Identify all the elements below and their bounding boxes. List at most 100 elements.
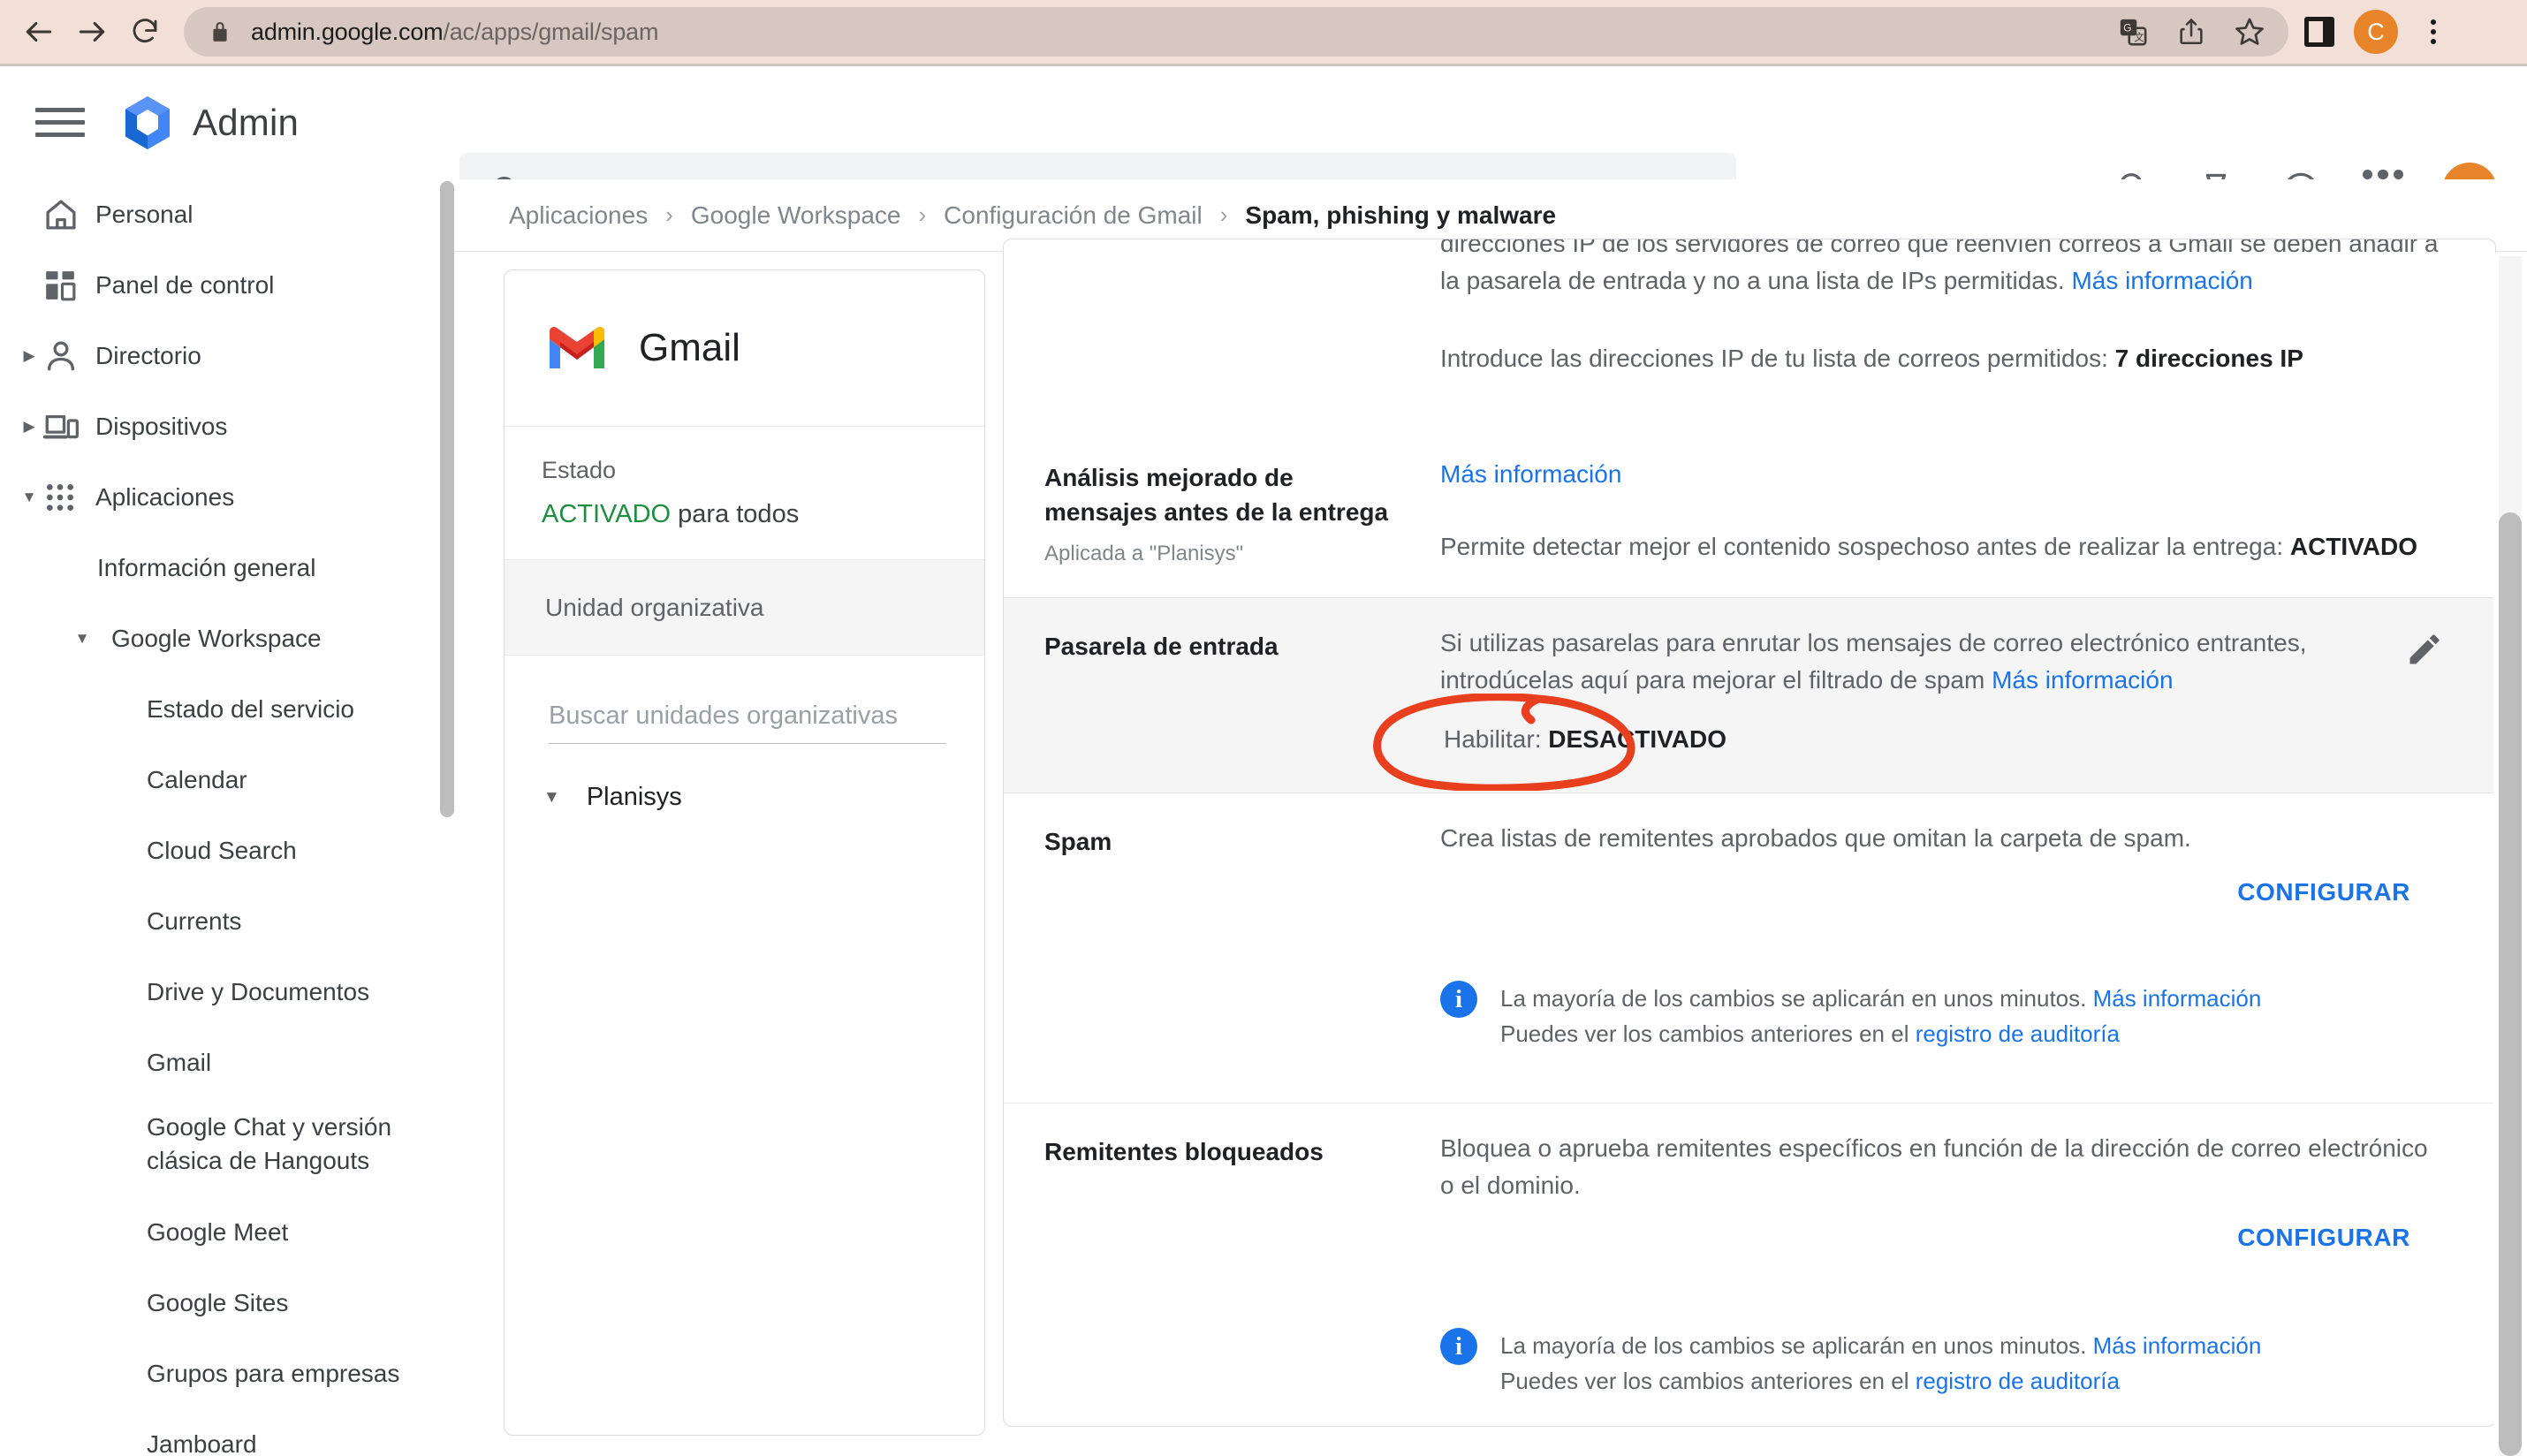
setting-applied-to: Aplicada a "Planisys" — [1044, 542, 1244, 566]
star-icon[interactable] — [2232, 14, 2267, 49]
setting-title: Análisis mejorado de mensajes antes de l… — [1044, 464, 1389, 526]
admin-logo-icon — [122, 95, 173, 151]
address-bar[interactable]: admin.google.com/ac/apps/gmail/spam G文 — [184, 7, 2288, 57]
ip-desc-line-2: entrada y no a una lista de IPs permitid… — [1602, 267, 2065, 294]
spam-info-text: La mayoría de los cambios se aplicarán e… — [1500, 981, 2261, 1052]
ou-search-input[interactable] — [549, 701, 946, 744]
configure-button-blocked[interactable]: CONFIGURAR — [2237, 1224, 2410, 1252]
breadcrumb-separator: › — [665, 201, 673, 228]
admin-header: Admin C — [0, 66, 2527, 227]
omnibox-actions: G文 — [2115, 14, 2273, 49]
configure-button-spam[interactable]: CONFIGURAR — [2237, 878, 2410, 906]
hamburger-menu-icon[interactable] — [35, 102, 85, 144]
sidebar-item-label: Estado del servicio — [147, 695, 355, 723]
admin-brand[interactable]: Admin — [122, 95, 299, 151]
setting-label-empty — [1044, 239, 1398, 429]
chevron-right-icon[interactable]: ▶ — [16, 347, 42, 365]
content-scrollbar-thumb[interactable] — [2499, 512, 2522, 1456]
ou-tree-label: Planisys — [586, 783, 682, 811]
registro-de-auditoria-link[interactable]: registro de auditoría — [1916, 1020, 2120, 1047]
blocked-info-text: La mayoría de los cambios se aplicarán e… — [1500, 1328, 2261, 1399]
svg-text:文: 文 — [2134, 31, 2144, 43]
chevron-down-icon[interactable]: ▼ — [69, 630, 95, 648]
sidebar-item-grupos-para-empresas[interactable]: Grupos para empresas — [0, 1338, 442, 1409]
sidebar-item-label: Calendar — [147, 766, 247, 793]
setting-body: Si utilizas pasarelas para enrutar los m… — [1398, 598, 2495, 792]
kebab-menu-icon[interactable] — [2417, 16, 2449, 48]
sidebar-item-estado-del-servicio[interactable]: Estado del servicio — [0, 674, 442, 745]
back-button[interactable] — [12, 5, 65, 58]
gmail-logo-icon — [545, 323, 609, 373]
breadcrumb-item-aplicaciones[interactable]: Aplicaciones — [509, 201, 648, 230]
estado-suffix-text: para todos — [671, 500, 800, 528]
sidebar-item-personal[interactable]: Personal — [0, 179, 442, 250]
sidebar-item-currents[interactable]: Currents — [0, 886, 442, 957]
sidebar-item-label: Cloud Search — [147, 837, 297, 864]
setting-row-pasarela-de-entrada[interactable]: Pasarela de entrada Si utilizas pasarela… — [1004, 597, 2495, 793]
mas-informacion-link[interactable]: Más información — [2071, 267, 2252, 294]
sidebar-item-google-sites[interactable]: Google Sites — [0, 1268, 442, 1338]
app-card-column: Gmail Estado ACTIVADO para todos Unidad … — [504, 269, 985, 1436]
registro-de-auditoria-link[interactable]: registro de auditoría — [1916, 1368, 2120, 1394]
blocked-description: Bloquea o aprueba remitentes específicos… — [1440, 1134, 2428, 1199]
apps-grid-icon — [42, 480, 95, 515]
sidebar-item-google-meet[interactable]: Google Meet — [0, 1197, 442, 1268]
mas-informacion-link[interactable]: Más información — [1440, 460, 1621, 488]
svg-text:G: G — [2123, 21, 2131, 34]
sidebar-item-drive-y-documentos[interactable]: Drive y Documentos — [0, 957, 442, 1028]
breadcrumb-item-current: Spam, phishing y malware — [1245, 201, 1557, 229]
sidebar-item-label: Google Meet — [147, 1218, 289, 1246]
mas-informacion-link[interactable]: Más información — [2093, 985, 2262, 1012]
pasarela-description: Si utilizas pasarelas para enrutar los m… — [1440, 625, 2403, 699]
mas-informacion-link[interactable]: Más información — [1992, 666, 2173, 694]
breadcrumb-item-google-workspace[interactable]: Google Workspace — [691, 201, 901, 230]
sidebar-item-directorio[interactable]: ▶ Directorio — [0, 321, 442, 391]
reload-button[interactable] — [118, 5, 171, 58]
sidebar-item-google-workspace[interactable]: ▼ Google Workspace — [0, 603, 442, 674]
setting-title: Spam — [1044, 828, 1112, 855]
blocked-note-line-2: Puedes ver los cambios anteriores en el — [1500, 1368, 1916, 1395]
sidebar-item-label: Panel de control — [95, 271, 275, 299]
settings-panel: direcciones IP de los servidores de corr… — [1003, 239, 2496, 1427]
devices-icon — [42, 408, 95, 445]
browser-right-actions: C — [2288, 10, 2467, 54]
sidebar-item-label: Drive y Documentos — [147, 978, 370, 1005]
sidebar-item-calendar[interactable]: Calendar — [0, 745, 442, 815]
person-icon — [42, 337, 95, 375]
habilitar-value: DESACTIVADO — [1548, 725, 1726, 753]
sidebar-item-label: Dispositivos — [95, 413, 228, 440]
breadcrumb-separator: › — [1219, 201, 1228, 228]
translate-icon[interactable]: G文 — [2115, 14, 2151, 49]
sidebar-item-label: Jamboard — [147, 1430, 257, 1456]
app-card-title: Gmail — [639, 326, 740, 369]
ou-tree-item-planisys[interactable]: ▼ Planisys — [505, 744, 984, 812]
browser-nav-buttons — [0, 5, 171, 58]
admin-title: Admin — [193, 101, 300, 143]
sidebar-item-gmail[interactable]: Gmail — [0, 1028, 442, 1098]
breadcrumb-item-configuracion-gmail[interactable]: Configuración de Gmail — [944, 201, 1203, 230]
sidebar-item-dispositivos[interactable]: ▶ Dispositivos — [0, 391, 442, 462]
setting-body: Más información Permite detectar mejor e… — [1398, 429, 2495, 597]
sidebar-item-cloud-search[interactable]: Cloud Search — [0, 815, 442, 886]
ip-list-value: 7 direcciones IP — [2114, 345, 2303, 372]
pencil-edit-icon[interactable] — [2405, 630, 2444, 669]
mas-informacion-link[interactable]: Más información — [2093, 1332, 2262, 1359]
chevron-down-icon[interactable]: ▼ — [16, 489, 42, 506]
sidebar-item-google-chat[interactable]: Google Chat y versión clásica de Hangout… — [0, 1098, 442, 1197]
chevron-down-icon[interactable]: ▼ — [543, 788, 560, 808]
sidebar-item-panel-de-control[interactable]: Panel de control — [0, 250, 442, 321]
chevron-right-icon[interactable]: ▶ — [16, 418, 42, 436]
share-icon[interactable] — [2174, 14, 2209, 49]
setting-body: Crea listas de remitentes aprobados que … — [1398, 793, 2495, 1103]
sidebar-item-informacion-general[interactable]: Información general — [0, 533, 442, 603]
browser-profile-avatar[interactable]: C — [2354, 10, 2398, 54]
ou-section-header: Unidad organizativa — [505, 560, 984, 656]
sidebar-scrollbar[interactable] — [440, 181, 454, 817]
forward-button[interactable] — [65, 5, 118, 58]
ou-header-label: Unidad organizativa — [545, 593, 764, 621]
sidebar-item-jamboard[interactable]: Jamboard — [0, 1409, 442, 1456]
info-icon: i — [1440, 1328, 1477, 1365]
sidebar-item-aplicaciones[interactable]: ▼ Aplicaciones — [0, 462, 442, 533]
side-panel-icon[interactable] — [2304, 17, 2334, 47]
sidebar-item-label: Google Workspace — [111, 625, 322, 652]
